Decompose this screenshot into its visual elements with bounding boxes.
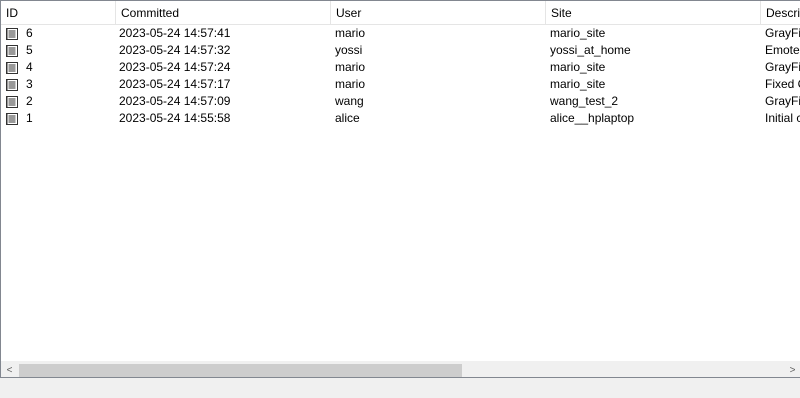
cell-id: 4 <box>1 59 116 76</box>
cell-user: alice <box>335 111 360 125</box>
scrollbar-thumb[interactable] <box>19 364 462 377</box>
chevron-right-icon: > <box>789 365 796 376</box>
table-row[interactable]: 6 2023-05-24 14:57:41 mario mario_site G… <box>1 25 800 42</box>
horizontal-scrollbar[interactable]: < > <box>1 361 800 377</box>
cell-site: yossi_at_home <box>550 43 631 57</box>
changeset-document-icon <box>5 27 19 41</box>
cell-description: Initial c <box>765 111 800 125</box>
cell-id: 2 <box>1 93 116 110</box>
table-row[interactable]: 2 2023-05-24 14:57:09 wang wang_test_2 G… <box>1 93 800 110</box>
cell-description: GrayFis <box>765 60 800 74</box>
table-row[interactable]: 5 2023-05-24 14:57:32 yossi yossi_at_hom… <box>1 42 800 59</box>
cell-user: yossi <box>335 43 363 57</box>
table-row[interactable]: 4 2023-05-24 14:57:24 mario mario_site G… <box>1 59 800 76</box>
row-id: 6 <box>26 26 33 40</box>
column-header-user[interactable]: User <box>331 1 546 25</box>
column-header-id[interactable]: ID <box>1 1 116 25</box>
cell-committed: 2023-05-24 14:57:24 <box>119 60 231 74</box>
changeset-document-icon <box>5 61 19 75</box>
cell-site: alice__hplaptop <box>550 111 635 125</box>
row-id: 3 <box>26 77 33 91</box>
cell-committed: 2023-05-24 14:57:41 <box>119 26 231 40</box>
cell-committed: 2023-05-24 14:55:58 <box>119 111 231 125</box>
chevron-left-icon: < <box>6 365 13 376</box>
list-header: ID Committed User Site Descri <box>1 1 800 25</box>
cell-user: mario <box>335 26 366 40</box>
cell-description: Fixed C <box>765 77 800 91</box>
changeset-document-icon <box>5 112 19 126</box>
row-id: 4 <box>26 60 33 74</box>
cell-site: wang_test_2 <box>550 94 619 108</box>
cell-id: 3 <box>1 76 116 93</box>
column-header-committed[interactable]: Committed <box>116 1 331 25</box>
cell-site: mario_site <box>550 77 606 91</box>
row-id: 2 <box>26 94 33 108</box>
scroll-left-button[interactable]: < <box>1 362 18 377</box>
changeset-document-icon <box>5 44 19 58</box>
table-row[interactable]: 3 2023-05-24 14:57:17 mario mario_site F… <box>1 76 800 93</box>
cell-user: mario <box>335 60 366 74</box>
cell-description: GrayFis <box>765 94 800 108</box>
cell-committed: 2023-05-24 14:57:17 <box>119 77 231 91</box>
cell-description: GrayFis <box>765 26 800 40</box>
changeset-document-icon <box>5 95 19 109</box>
changeset-list[interactable]: ID Committed User Site Descri 6 2023-05-… <box>0 0 800 378</box>
cell-site: mario_site <box>550 26 606 40</box>
row-id: 5 <box>26 43 33 57</box>
cell-id: 5 <box>1 42 116 59</box>
cell-id: 1 <box>1 110 116 127</box>
cell-committed: 2023-05-24 14:57:09 <box>119 94 231 108</box>
cell-user: wang <box>335 94 364 108</box>
status-bar <box>0 378 800 398</box>
column-header-description[interactable]: Descri <box>761 1 800 25</box>
row-id: 1 <box>26 111 33 125</box>
cell-description: Emote <box>765 43 800 57</box>
scroll-right-button[interactable]: > <box>784 362 800 377</box>
cell-site: mario_site <box>550 60 606 74</box>
changeset-document-icon <box>5 78 19 92</box>
column-header-site[interactable]: Site <box>546 1 761 25</box>
cell-id: 6 <box>1 25 116 42</box>
list-body: 6 2023-05-24 14:57:41 mario mario_site G… <box>1 25 800 127</box>
cell-user: mario <box>335 77 366 91</box>
cell-committed: 2023-05-24 14:57:32 <box>119 43 231 57</box>
table-row[interactable]: 1 2023-05-24 14:55:58 alice alice__hplap… <box>1 110 800 127</box>
